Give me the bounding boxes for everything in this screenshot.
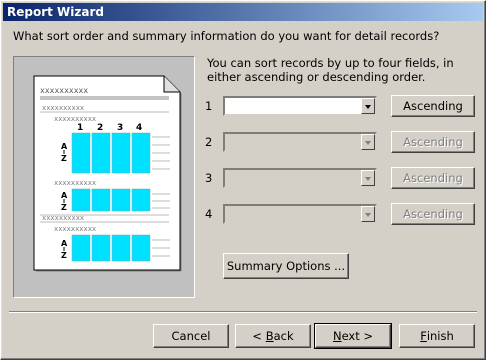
preview-subgroup-text-2: xxxxxxxxxx (54, 179, 96, 187)
preview-subgroup-text-3: xxxxxxxxxx (54, 225, 96, 233)
wizard-question: What sort order and summary information … (13, 29, 440, 43)
next-label-rest: ext > (341, 329, 374, 343)
back-prefix: < (252, 329, 266, 343)
sort-field-2-combo[interactable] (223, 132, 377, 152)
sort-description: You can sort records by up to four field… (207, 56, 454, 84)
sort-row-2-number: 2 (205, 135, 213, 149)
finish-mnemonic: F (420, 329, 427, 343)
summary-options-button[interactable]: Summary Options ... (223, 253, 349, 279)
sort-glyph-a-2: A (61, 191, 68, 200)
preview-col-4: 4 (136, 123, 142, 133)
sort-field-1-combo[interactable] (223, 96, 377, 116)
preview-group-text: xxxxxxxxxx (42, 104, 84, 112)
report-wizard-window: Report Wizard What sort order and summar… (0, 0, 486, 360)
next-mnemonic: N (332, 329, 342, 343)
sort-glyph-a-1: A (61, 142, 68, 151)
title-bar[interactable]: Report Wizard (3, 3, 483, 21)
preview-col-2: 2 (97, 123, 103, 133)
chevron-down-icon[interactable] (361, 134, 375, 150)
finish-label-rest: inish (426, 329, 454, 343)
sort-row-4-number: 4 (205, 207, 213, 221)
sort-glyph-z-2: Z (61, 203, 67, 212)
back-label-rest: ack (273, 329, 294, 343)
sort-field-3-combo[interactable] (223, 168, 377, 188)
chevron-down-icon[interactable] (361, 206, 375, 222)
sort-order-1-button[interactable]: Ascending (391, 95, 475, 117)
chevron-down-icon[interactable] (361, 98, 375, 114)
chevron-down-icon[interactable] (361, 170, 375, 186)
next-button[interactable]: Next > (314, 323, 392, 349)
window-title: Report Wizard (7, 5, 104, 19)
sort-field-4-combo[interactable] (223, 204, 377, 224)
sort-order-2-button[interactable]: Ascending (391, 131, 475, 153)
sort-row-1-number: 1 (205, 99, 213, 113)
sort-preview-panel: xxxxxxxxxx xxxxxxxxxx xxxxxxxxxx 1 2 3 4… (13, 56, 195, 298)
preview-subgroup-text: xxxxxxxxxx (54, 115, 96, 123)
sort-glyph-z-1: Z (61, 154, 67, 163)
preview-col-1: 1 (77, 123, 83, 133)
sort-order-4-button[interactable]: Ascending (391, 203, 475, 225)
sort-glyph-a-3: A (61, 239, 68, 248)
report-preview-illustration: xxxxxxxxxx xxxxxxxxxx xxxxxxxxxx 1 2 3 4… (33, 75, 182, 272)
preview-header-text: xxxxxxxxxx (40, 86, 88, 95)
preview-group-text-2: xxxxxxxxxx (42, 214, 84, 222)
sort-order-3-button[interactable]: Ascending (391, 167, 475, 189)
sort-row-3-number: 3 (205, 171, 213, 185)
sort-glyph-z-3: Z (61, 251, 67, 260)
back-mnemonic: B (265, 329, 274, 343)
back-button[interactable]: < Back (235, 324, 311, 348)
cancel-button[interactable]: Cancel (153, 324, 229, 348)
preview-col-3: 3 (117, 123, 123, 133)
finish-button[interactable]: Finish (399, 324, 475, 348)
footer-separator (9, 311, 477, 313)
